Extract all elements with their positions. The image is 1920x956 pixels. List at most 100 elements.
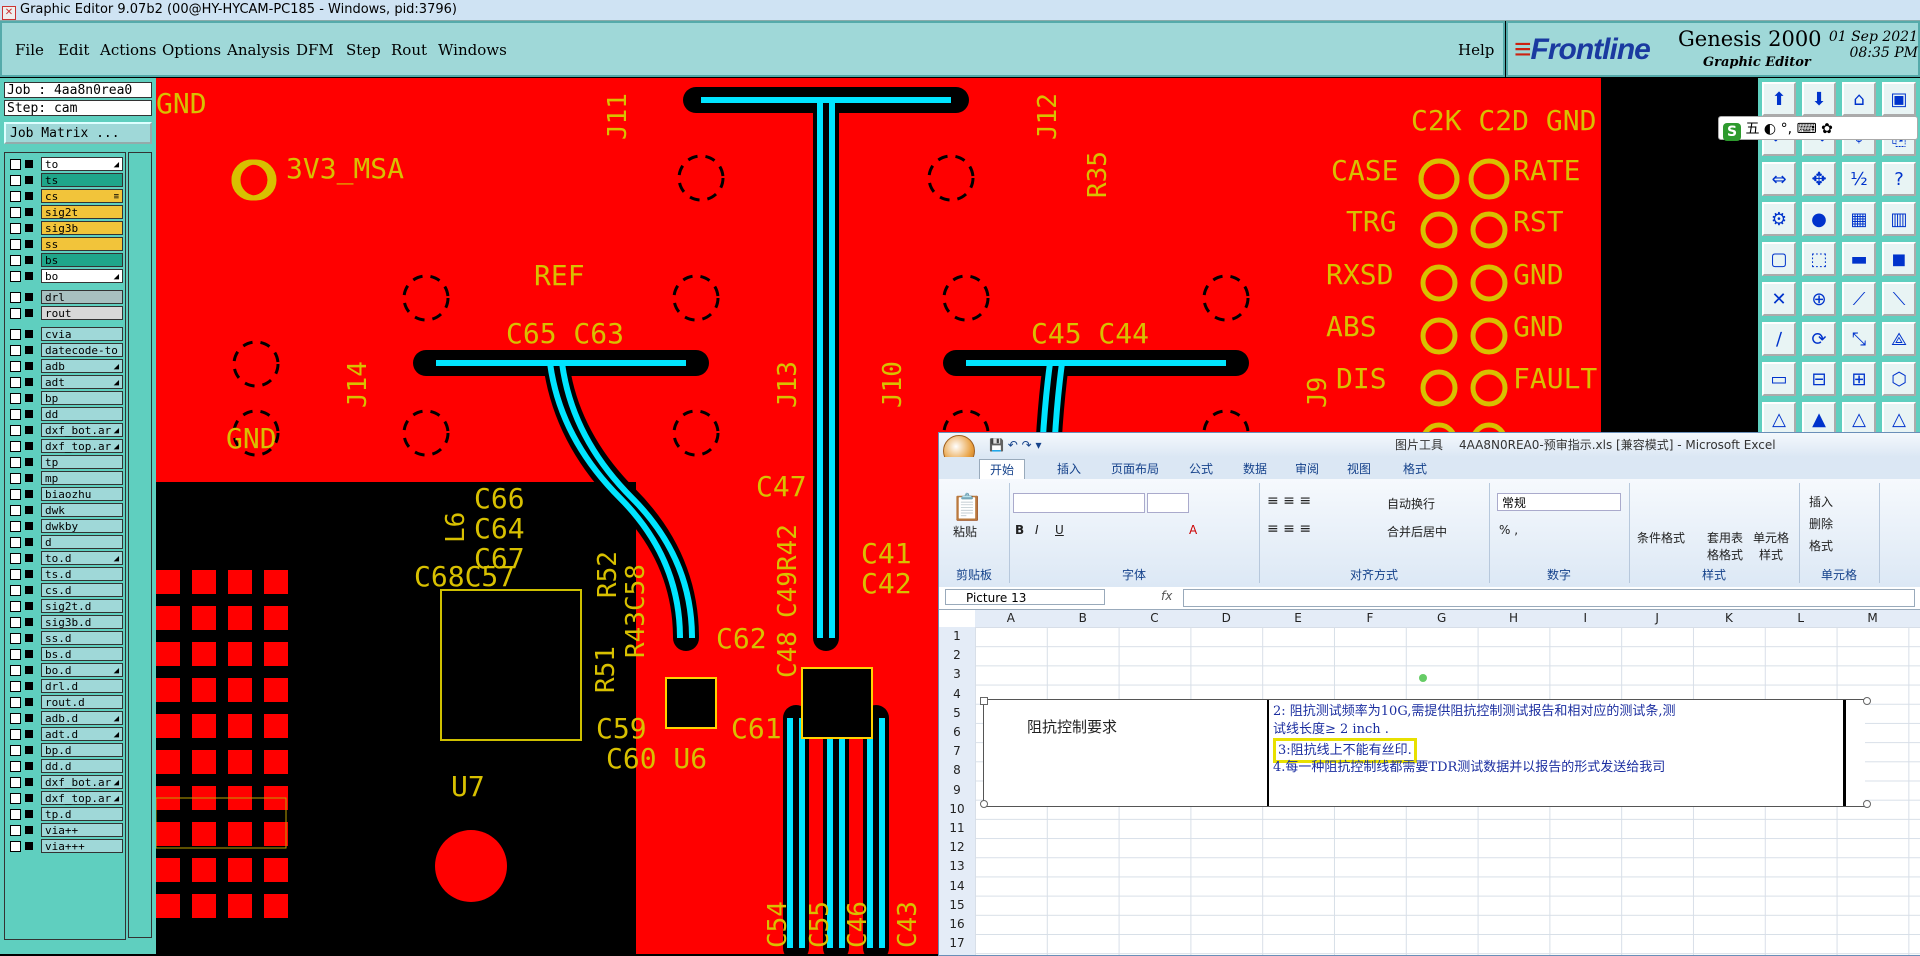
- tool-button-icon[interactable]: ◼: [1882, 242, 1916, 276]
- layer-row[interactable]: tp.d: [5, 807, 125, 822]
- tool-button-icon[interactable]: ✕: [1762, 282, 1796, 316]
- row-header[interactable]: 8: [939, 761, 975, 780]
- table-format-button[interactable]: 套用表格格式: [1705, 529, 1745, 563]
- layer-name[interactable]: drl: [41, 290, 123, 304]
- layer-name[interactable]: adt ◢: [41, 375, 123, 389]
- row-header[interactable]: 15: [939, 896, 975, 915]
- layer-row[interactable]: drl: [5, 290, 125, 305]
- layer-checkbox[interactable]: [10, 345, 21, 356]
- layer-row[interactable]: adb.d ◢: [5, 711, 125, 726]
- layer-row[interactable]: adt.d ◢: [5, 727, 125, 742]
- column-header[interactable]: M: [1837, 610, 1909, 627]
- layer-name[interactable]: rout: [41, 306, 123, 320]
- tool-button-icon[interactable]: ½: [1842, 162, 1876, 196]
- menu-file[interactable]: File: [15, 41, 44, 59]
- layer-name[interactable]: drl.d: [41, 679, 123, 693]
- bold-button[interactable]: B: [1015, 523, 1024, 537]
- menu-help[interactable]: Help: [1458, 41, 1494, 59]
- tool-button-icon[interactable]: ▦: [1842, 202, 1876, 236]
- row-header[interactable]: 10: [939, 800, 975, 819]
- row-header[interactable]: 16: [939, 915, 975, 934]
- row-header[interactable]: 7: [939, 742, 975, 761]
- tab-page-layout[interactable]: 页面布局: [1111, 459, 1159, 479]
- layer-row[interactable]: dwkby: [5, 519, 125, 534]
- layer-checkbox[interactable]: [10, 777, 21, 788]
- layer-name[interactable]: datecode-to: [41, 343, 123, 357]
- layer-checkbox[interactable]: [10, 409, 21, 420]
- tool-button-icon[interactable]: ⟍: [1882, 282, 1916, 316]
- layer-name[interactable]: via+++: [41, 839, 123, 853]
- tool-button-icon[interactable]: ⟋: [1842, 282, 1876, 316]
- layer-checkbox[interactable]: [10, 729, 21, 740]
- layer-checkbox[interactable]: [10, 553, 21, 564]
- layer-checkbox[interactable]: [10, 239, 21, 250]
- row-header[interactable]: 13: [939, 857, 975, 876]
- layer-checkbox[interactable]: [10, 761, 21, 772]
- fx-icon[interactable]: fx: [1161, 589, 1172, 603]
- layer-row[interactable]: rout.d: [5, 695, 125, 710]
- layer-name[interactable]: bo.d ◢: [41, 663, 123, 677]
- menu-rout[interactable]: Rout: [391, 41, 427, 59]
- layer-name[interactable]: via++: [41, 823, 123, 837]
- layer-row[interactable]: datecode-to: [5, 343, 125, 358]
- layer-name[interactable]: ss: [41, 237, 123, 251]
- layer-row[interactable]: bo.d ◢: [5, 663, 125, 678]
- excel-window[interactable]: 💾 ↶ ↷ ▾ 图片工具 4AA8N0REA0-预审指示.xls [兼容模式] …: [938, 432, 1920, 956]
- layer-name[interactable]: adt.d ◢: [41, 727, 123, 741]
- layer-row[interactable]: bs: [5, 253, 125, 268]
- tab-review[interactable]: 审阅: [1295, 459, 1319, 479]
- layer-row[interactable]: cs ≡: [5, 189, 125, 204]
- layer-name[interactable]: tp: [41, 455, 123, 469]
- layer-checkbox[interactable]: [10, 489, 21, 500]
- resize-handle[interactable]: [1863, 697, 1871, 705]
- layer-name[interactable]: cs ≡: [41, 189, 123, 203]
- column-header[interactable]: L: [1765, 610, 1837, 627]
- layer-row[interactable]: sig2t: [5, 205, 125, 220]
- row-header[interactable]: 4: [939, 685, 975, 704]
- layer-name[interactable]: sig3b: [41, 221, 123, 235]
- layer-name[interactable]: dxf_top.ar ◢: [41, 439, 123, 453]
- tool-button-icon[interactable]: ▥: [1882, 202, 1916, 236]
- tab-formulas[interactable]: 公式: [1189, 459, 1213, 479]
- layer-row[interactable]: bp: [5, 391, 125, 406]
- tool-button-icon[interactable]: ⊞: [1842, 362, 1876, 396]
- menu-dfm[interactable]: DFM: [296, 41, 334, 59]
- layer-row[interactable]: dd: [5, 407, 125, 422]
- font-color-button[interactable]: A: [1189, 523, 1197, 537]
- layer-checkbox[interactable]: [10, 308, 21, 319]
- layer-checkbox[interactable]: [10, 569, 21, 580]
- layer-name[interactable]: to.d ◢: [41, 551, 123, 565]
- layer-checkbox[interactable]: [10, 377, 21, 388]
- tool-button-icon[interactable]: ⟳: [1802, 322, 1836, 356]
- layer-checkbox[interactable]: [10, 223, 21, 234]
- font-size-box[interactable]: [1147, 493, 1189, 513]
- layer-checkbox[interactable]: [10, 745, 21, 756]
- tool-button-icon[interactable]: ⬡: [1882, 362, 1916, 396]
- tool-button-icon[interactable]: ⟁: [1882, 322, 1916, 356]
- layer-name[interactable]: mp: [41, 471, 123, 485]
- column-header[interactable]: J: [1621, 610, 1693, 627]
- tab-home[interactable]: 开始: [979, 459, 1026, 480]
- layer-name[interactable]: dd: [41, 407, 123, 421]
- layer-name[interactable]: bs.d: [41, 647, 123, 661]
- layer-checkbox[interactable]: [10, 191, 21, 202]
- layer-row[interactable]: cvia: [5, 327, 125, 342]
- layer-checkbox[interactable]: [10, 329, 21, 340]
- tool-button-icon[interactable]: △: [1762, 402, 1796, 436]
- tool-button-icon[interactable]: △: [1882, 402, 1916, 436]
- layer-checkbox[interactable]: [10, 505, 21, 516]
- halign-icons[interactable]: ≡ ≡ ≡: [1267, 521, 1311, 537]
- percent-button[interactable]: % ,: [1499, 523, 1518, 537]
- tool-button-icon[interactable]: ⚙: [1762, 202, 1796, 236]
- column-header[interactable]: I: [1549, 610, 1621, 627]
- ime-toolbar[interactable]: S 五 ◐ °, ⌨ ✿: [1718, 116, 1918, 141]
- layer-name[interactable]: bp.d: [41, 743, 123, 757]
- layer-row[interactable]: dd.d: [5, 759, 125, 774]
- layer-row[interactable]: drl.d: [5, 679, 125, 694]
- layer-checkbox[interactable]: [10, 393, 21, 404]
- layer-checkbox[interactable]: [10, 457, 21, 468]
- layer-row[interactable]: sig2t.d: [5, 599, 125, 614]
- tool-button-icon[interactable]: ⊟: [1802, 362, 1836, 396]
- format-cells-button[interactable]: 格式: [1809, 537, 1833, 554]
- layer-row[interactable]: dxf_top.ar ◢: [5, 439, 125, 454]
